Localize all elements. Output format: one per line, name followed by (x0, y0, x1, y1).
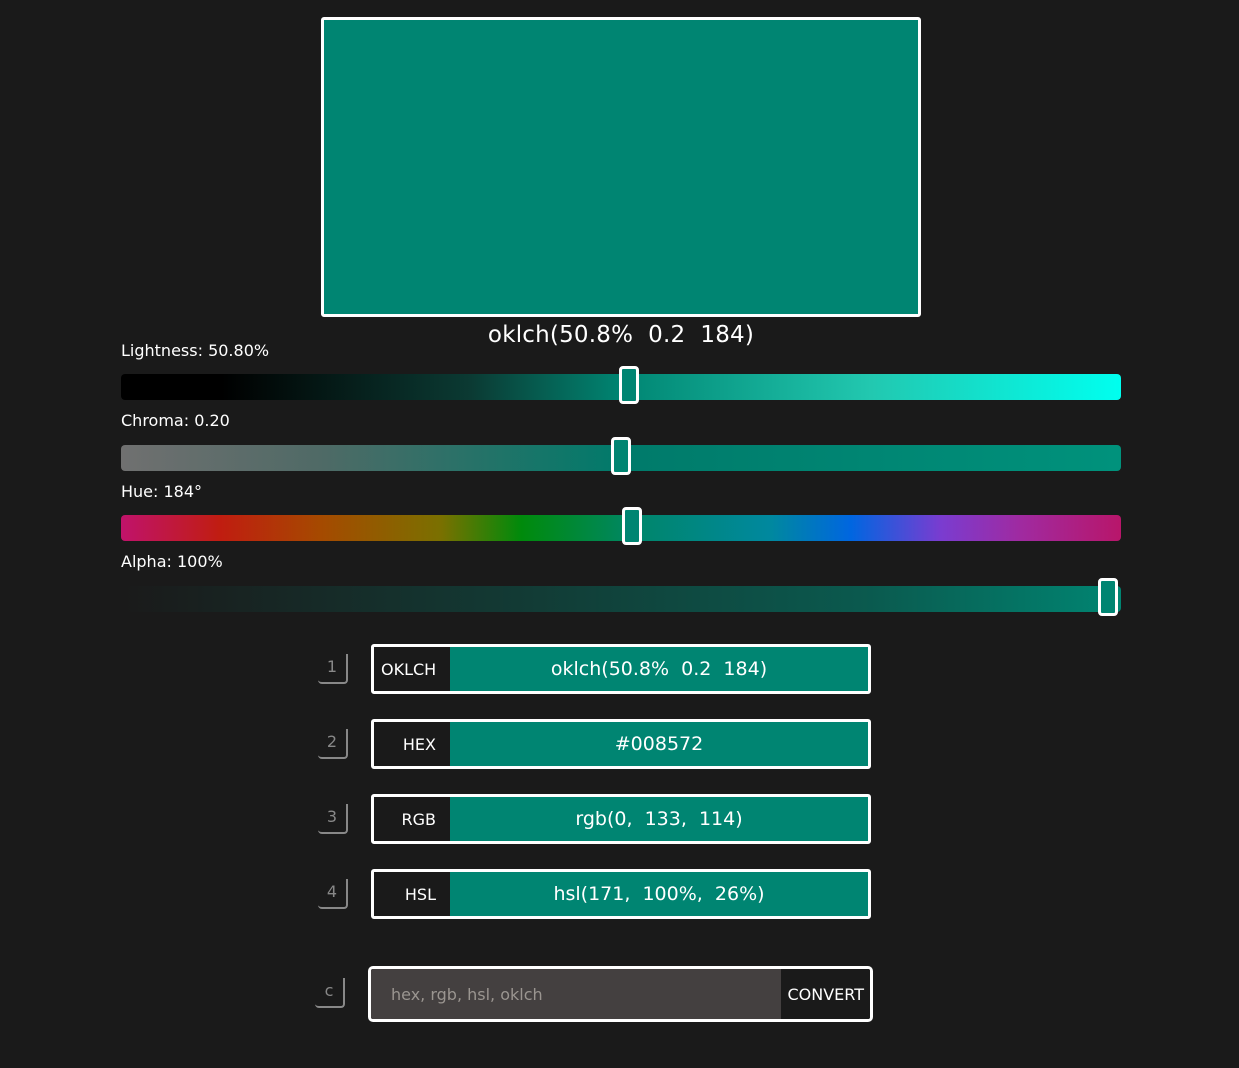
format-row-hsl: 4 HSL hsl(171, 100%, 26%) (318, 869, 878, 919)
color-preview-label: oklch(50.8% 0.2 184) (487, 322, 755, 348)
shortcut-key-hint: 2 (318, 729, 348, 759)
format-name: HEX (374, 722, 450, 766)
lightness-label: Lightness: 50.80% (121, 341, 270, 360)
color-convert-input[interactable] (371, 969, 782, 1019)
color-preview-swatch (321, 17, 921, 317)
shortcut-key-hint: c (315, 978, 345, 1008)
format-value: #008572 (450, 722, 868, 766)
alpha-label: Alpha: 100% (121, 552, 223, 571)
convert-button[interactable]: CONVERT (781, 969, 870, 1019)
alpha-slider-thumb[interactable] (1098, 578, 1118, 616)
chroma-slider[interactable] (121, 437, 1121, 475)
format-value: hsl(171, 100%, 26%) (450, 872, 868, 916)
format-row-hex: 2 HEX #008572 (318, 719, 878, 769)
alpha-slider[interactable] (121, 578, 1121, 616)
hue-slider-thumb[interactable] (622, 507, 642, 545)
format-row-rgb: 3 RGB rgb(0, 133, 114) (318, 794, 878, 844)
hue-label: Hue: 184° (121, 482, 203, 501)
copy-hsl-button[interactable]: HSL hsl(171, 100%, 26%) (371, 869, 871, 919)
hue-slider[interactable] (121, 507, 1121, 545)
copy-hex-button[interactable]: HEX #008572 (371, 719, 871, 769)
lightness-slider[interactable] (121, 366, 1121, 404)
shortcut-key-hint: 1 (318, 654, 348, 684)
format-row-oklch: 1 OKLCH oklch(50.8% 0.2 184) (318, 644, 878, 694)
shortcut-key-hint: 4 (318, 879, 348, 909)
color-picker-page: oklch(50.8% 0.2 184) Lightness: 50.80% C… (0, 0, 1239, 1068)
chroma-slider-thumb[interactable] (611, 437, 631, 475)
shortcut-key-hint: 3 (318, 804, 348, 834)
convert-row: c CONVERT (315, 966, 877, 1022)
lightness-slider-thumb[interactable] (619, 366, 639, 404)
format-value: oklch(50.8% 0.2 184) (450, 647, 868, 691)
format-name: HSL (374, 872, 450, 916)
copy-oklch-button[interactable]: OKLCH oklch(50.8% 0.2 184) (371, 644, 871, 694)
format-name: RGB (374, 797, 450, 841)
format-value: rgb(0, 133, 114) (450, 797, 868, 841)
copy-rgb-button[interactable]: RGB rgb(0, 133, 114) (371, 794, 871, 844)
format-name: OKLCH (374, 647, 450, 691)
convert-form: CONVERT (368, 966, 873, 1022)
chroma-label: Chroma: 0.20 (121, 411, 230, 430)
